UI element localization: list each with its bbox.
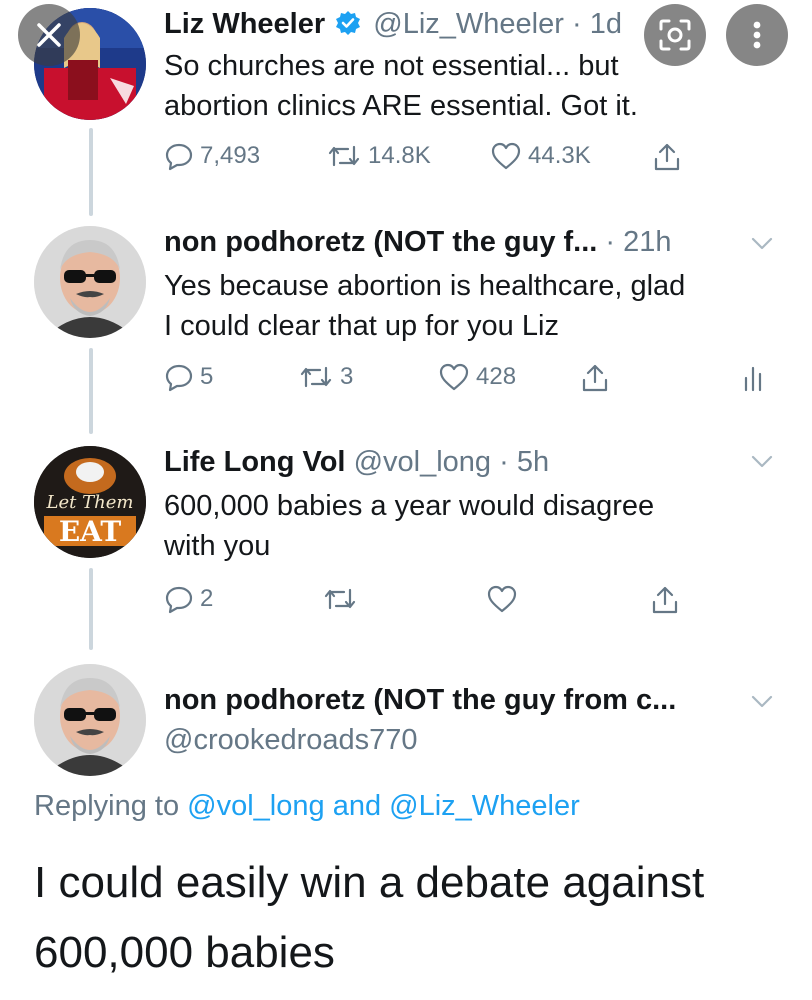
heart-icon	[487, 585, 517, 613]
reply-count: 5	[200, 363, 214, 390]
chevron-down-icon[interactable]	[750, 454, 774, 470]
avatar[interactable]	[34, 664, 146, 776]
share-icon	[654, 143, 680, 171]
share-button[interactable]	[652, 141, 682, 173]
author-handle[interactable]: @crookedroads770	[164, 724, 418, 756]
reply-count: 2	[200, 585, 214, 612]
replying-to: Replying to @vol_long and @Liz_Wheeler	[34, 790, 580, 823]
close-icon	[37, 23, 61, 47]
author-handle[interactable]: @vol_long	[354, 446, 491, 478]
mention-link[interactable]: @vol_long	[187, 790, 324, 822]
author-name[interactable]: non podhoretz (NOT the guy f...	[164, 226, 597, 258]
analytics-button[interactable]	[742, 362, 764, 392]
author-handle[interactable]: @Liz_Wheeler	[373, 8, 564, 40]
focused-tweet-text: I could easily win a debate against 600,…	[34, 848, 794, 988]
separator-dot: ·	[491, 446, 517, 478]
tweet-header: non podhoretz (NOT the guy f... · 21h	[164, 226, 672, 259]
avatar[interactable]	[34, 226, 146, 338]
share-icon	[582, 364, 608, 392]
more-options-button[interactable]	[726, 4, 788, 66]
like-button[interactable]: 428	[438, 362, 516, 392]
chevron-down-icon[interactable]	[750, 236, 774, 252]
tweet-text-line: with you	[164, 530, 271, 562]
separator-dot: ·	[563, 8, 590, 40]
like-count: 428	[476, 363, 517, 390]
more-vertical-icon	[753, 21, 761, 49]
retweet-count: 14.8K	[368, 142, 431, 169]
reply-button[interactable]: 7,493	[164, 141, 260, 171]
reply-icon	[165, 586, 193, 614]
thread-line	[89, 348, 93, 434]
replying-to-label: Replying to	[34, 790, 180, 822]
reply-count: 7,493	[200, 142, 261, 169]
mention-link[interactable]: @Liz_Wheeler	[389, 790, 580, 822]
retweet-button[interactable]: 14.8K	[326, 141, 431, 171]
retweet-icon	[328, 145, 360, 167]
separator-dot: ·	[597, 226, 624, 258]
reply-icon	[165, 143, 193, 171]
lens-search-button[interactable]	[644, 4, 706, 66]
tweet-text-line: I could easily win a debate against	[34, 858, 705, 907]
retweet-icon	[324, 588, 356, 610]
heart-icon	[439, 363, 469, 391]
reply-button[interactable]: 5	[164, 362, 213, 392]
analytics-icon	[744, 366, 762, 392]
focused-handle-row: @crookedroads770	[164, 724, 418, 757]
share-icon	[652, 586, 678, 614]
tweet-time: 1d	[589, 8, 622, 40]
tweet-text: 600,000 babies a year would disagree wit…	[164, 486, 784, 566]
tweet-text-line: I could clear that up for you Liz	[164, 310, 559, 342]
tweet-header: Life Long Vol @vol_long · 5h	[164, 446, 549, 479]
tweet-actions: 2	[164, 584, 784, 624]
like-button[interactable]: 44.3K	[490, 141, 591, 171]
chevron-down-icon[interactable]	[750, 694, 774, 710]
svg-text:Let Them: Let Them	[46, 492, 134, 513]
share-button[interactable]	[580, 362, 610, 394]
retweet-icon	[300, 366, 332, 388]
tweet-header: Liz Wheeler @Liz_Wheeler · 1d	[164, 8, 622, 41]
retweet-button[interactable]: 3	[298, 362, 353, 392]
thread-line	[89, 568, 93, 650]
close-button[interactable]	[18, 4, 80, 66]
tweet-time: 21h	[623, 226, 672, 258]
tweet-text-line: 600,000 babies a year would disagree	[164, 490, 655, 522]
tweet-actions: 7,493 14.8K 44.3K	[164, 141, 784, 181]
tweet-text-line: 600,000 babies	[34, 928, 335, 977]
replying-to-and: and	[332, 790, 382, 822]
thread-line	[89, 128, 93, 216]
tweet-actions: 5 3 428	[164, 362, 784, 402]
author-name[interactable]: Liz Wheeler	[164, 8, 325, 40]
tweet-time: 5h	[516, 446, 550, 478]
like-button[interactable]	[486, 584, 518, 614]
svg-text:EAT: EAT	[59, 515, 122, 548]
lens-search-icon	[659, 19, 691, 51]
avatar[interactable]: EAT Let Them	[34, 446, 146, 558]
tweet-text-line: Yes because abortion is healthcare, glad	[164, 270, 686, 302]
heart-icon	[491, 142, 521, 170]
share-button[interactable]	[650, 584, 680, 616]
retweet-count: 3	[340, 363, 354, 390]
focused-header: non podhoretz (NOT the guy from c...	[164, 684, 676, 717]
reply-icon	[165, 364, 193, 392]
like-count: 44.3K	[528, 142, 591, 169]
verified-badge-icon	[336, 11, 361, 35]
retweet-button[interactable]	[322, 584, 358, 614]
tweet-text: Yes because abortion is healthcare, glad…	[164, 266, 784, 346]
author-name[interactable]: Life Long Vol	[164, 446, 346, 478]
tweet-text-line: abortion clinics ARE essential. Got it.	[164, 90, 638, 122]
reply-button[interactable]: 2	[164, 584, 213, 614]
author-name[interactable]: non podhoretz (NOT the guy from c...	[164, 684, 676, 716]
